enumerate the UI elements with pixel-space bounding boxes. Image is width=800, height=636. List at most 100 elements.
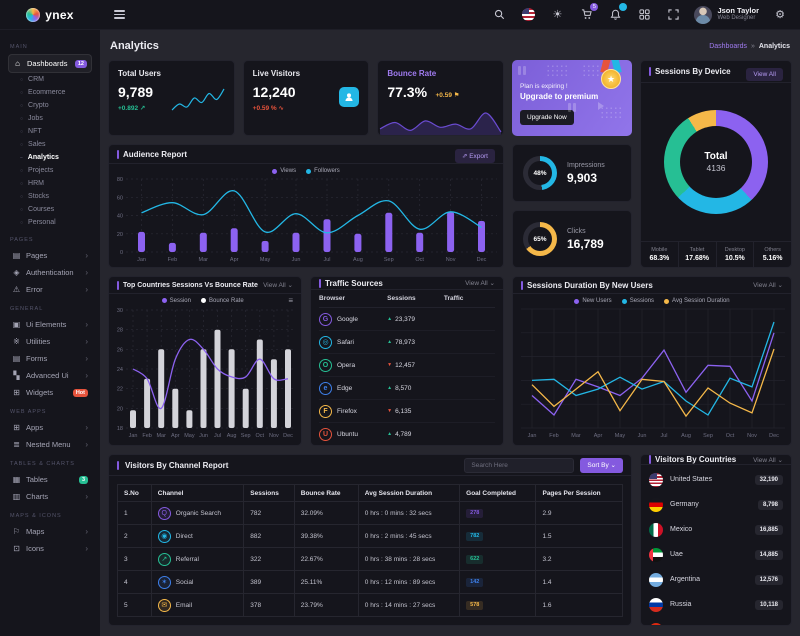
sidebar-item-hrm[interactable]: ○HRM xyxy=(8,177,92,190)
sidebar-item-pages[interactable]: ▤Pages› xyxy=(8,247,92,264)
sidebar-item-stocks[interactable]: ○Stocks xyxy=(8,190,92,203)
top-countries-chart: 18202224262830JanFebMarAprMayJunJulAugSe… xyxy=(109,305,301,445)
sidebar-item-ecommerce[interactable]: ○Ecommerce xyxy=(8,86,92,99)
sidebar-item-courses[interactable]: ○Courses xyxy=(8,203,92,216)
sort-by-button[interactable]: Sort By ⌄ xyxy=(580,458,623,473)
user-menu[interactable]: Json Taylor Web Designer xyxy=(694,6,759,24)
traffic-row-opera: OOpera▼ 12,457 xyxy=(319,354,495,377)
breadcrumb-parent[interactable]: Dashboards xyxy=(709,43,747,50)
sidebar-item-widgets[interactable]: ⊞WidgetsHot xyxy=(8,384,92,401)
svg-text:Jul: Jul xyxy=(660,433,667,439)
sidebar-item-advanced-ui[interactable]: ▚Advanced Ui› xyxy=(8,367,92,384)
form-icon: ▤ xyxy=(12,354,21,363)
sidebar-item-personal[interactable]: ○Personal xyxy=(8,216,92,229)
countries-view-all[interactable]: View All ⌄ xyxy=(753,456,783,464)
svg-text:18: 18 xyxy=(117,426,123,432)
donut-total-label: Total xyxy=(704,151,727,162)
logo-text: ynex xyxy=(45,8,74,22)
sidebar-item-charts[interactable]: ▥Charts› xyxy=(8,488,92,505)
sidebar-item-icons[interactable]: ⊡Icons› xyxy=(8,540,92,557)
country-row-mexico: Mexico16,885 xyxy=(649,517,783,542)
fullscreen-icon[interactable] xyxy=(665,7,681,23)
svg-text:26: 26 xyxy=(117,347,123,353)
duration-view-all[interactable]: View All ⌄ xyxy=(753,281,783,289)
organic-search-icon: Q xyxy=(158,507,171,520)
countries-list: United States32,190Germany8,798Mexico16,… xyxy=(641,465,791,626)
sidebar-item-sales[interactable]: ○Sales xyxy=(8,138,92,151)
sidebar-item-tables[interactable]: ▦Tables3 xyxy=(8,471,92,488)
channel-row-referral: 3↗Referral32222.67%0 hrs : 38 mins : 28 … xyxy=(118,548,623,571)
settings-gear-icon[interactable]: ⚙ xyxy=(772,7,788,23)
sidebar-item-error[interactable]: ⚠Error› xyxy=(8,281,92,298)
edge-icon: e xyxy=(319,382,332,395)
app-header: ynex ☀ 5 Json Taylor Web Designer xyxy=(0,0,800,30)
goal-badge: 622 xyxy=(466,555,483,564)
channel-row-email: 5✉Email37823.79%0 hrs : 14 mins : 27 sec… xyxy=(118,594,623,617)
direct-icon: ◉ xyxy=(158,530,171,543)
nav-section-label: TABLES & CHARTS xyxy=(10,461,90,467)
language-flag-icon[interactable] xyxy=(520,7,536,23)
chevron-right-icon: › xyxy=(85,337,88,346)
chevron-right-icon: › xyxy=(85,320,88,329)
country-value-badge: 32,190 xyxy=(755,475,783,485)
sidebar-item-forms[interactable]: ▤Forms› xyxy=(8,350,92,367)
file-icon: ▤ xyxy=(12,251,21,260)
sidebar-item-jobs[interactable]: ○Jobs xyxy=(8,112,92,125)
nav-section-label: MAIN xyxy=(10,44,90,50)
visitors-user-icon[interactable] xyxy=(339,87,359,107)
sidebar-item-analytics[interactable]: –Analytics xyxy=(8,151,92,164)
device-view-all-button[interactable]: View All xyxy=(746,68,783,81)
svg-text:Aug: Aug xyxy=(353,257,363,263)
sidebar-item-crm[interactable]: ○CRM xyxy=(8,73,92,86)
theme-toggle-icon[interactable]: ☀ xyxy=(549,7,565,23)
svg-text:May: May xyxy=(260,257,271,263)
sidebar-toggle-icon[interactable] xyxy=(114,8,125,21)
channel-col-header: Avg Session Duration xyxy=(358,485,459,502)
card-title: Top Countries Sessions Vs Bounce Rate xyxy=(123,282,258,289)
goal-badge: 578 xyxy=(466,601,483,610)
upgrade-plan-card: ★ Plan is expiring ! Upgrade to premium … xyxy=(512,60,632,136)
apps-grid-icon[interactable] xyxy=(636,7,652,23)
traffic-view-all[interactable]: View All ⌄ xyxy=(465,279,495,287)
sidebar-item-dashboards[interactable]: ⌂Dashboards12 xyxy=(8,54,92,73)
gauge-value: 16,789 xyxy=(567,237,604,251)
svg-text:20: 20 xyxy=(117,406,123,412)
svg-text:Mar: Mar xyxy=(571,433,581,439)
app-logo[interactable]: ynex xyxy=(0,8,100,22)
card-title: Sessions By Device xyxy=(655,67,731,76)
search-icon[interactable] xyxy=(491,7,507,23)
channel-row-organic-search: 1QOrganic Search78232.09%0 hrs : 0 mins … xyxy=(118,502,623,525)
channel-col-header: S.No xyxy=(118,485,152,502)
notifications-bell-icon[interactable] xyxy=(607,7,623,23)
sidebar-item-projects[interactable]: ○Projects xyxy=(8,164,92,177)
ubuntu-icon: U xyxy=(319,428,332,441)
warning-icon: ⚠ xyxy=(12,285,21,294)
device-legend: Mobile68.3%Tablet17.68%Desktop10.5%Other… xyxy=(641,241,791,267)
upgrade-now-button[interactable]: Upgrade Now xyxy=(520,110,574,125)
channel-search-input[interactable] xyxy=(464,458,574,473)
sidebar-item-apps[interactable]: ⊞Apps› xyxy=(8,419,92,436)
impressions-card: 48% Impressions 9,903 xyxy=(512,144,632,202)
sidebar-item-maps[interactable]: ⚐Maps› xyxy=(8,523,92,540)
sidebar-item-crypto[interactable]: ○Crypto xyxy=(8,99,92,112)
us-flag-icon xyxy=(649,473,663,487)
card-title: Visitors By Countries xyxy=(655,455,736,464)
sidebar-item-nft[interactable]: ○NFT xyxy=(8,125,92,138)
legend-item: Session xyxy=(162,298,191,304)
chart-menu-icon[interactable]: ≡ xyxy=(288,296,293,305)
sidebar-item-authentication[interactable]: ◈Authentication› xyxy=(8,264,92,281)
sidebar-item-utilities[interactable]: ※Utilities› xyxy=(8,333,92,350)
svg-text:28: 28 xyxy=(117,328,123,334)
firefox-icon: F xyxy=(319,405,332,418)
cart-icon[interactable]: 5 xyxy=(578,7,594,23)
sidebar-item-ui-elements[interactable]: ▣Ui Elements› xyxy=(8,316,92,333)
sidebar-item-nested-menu[interactable]: ≣Nested Menu› xyxy=(8,436,92,453)
svg-text:Jul: Jul xyxy=(323,257,330,263)
svg-text:22: 22 xyxy=(117,387,123,393)
sessions-duration-card: Sessions Duration By New Users View All … xyxy=(512,276,792,446)
goal-badge: 278 xyxy=(466,509,483,518)
user-name: Json Taylor xyxy=(717,7,759,15)
export-button[interactable]: ⇗ Export xyxy=(455,149,495,163)
top-countries-view-all[interactable]: View All ⌄ xyxy=(263,281,293,289)
total-users-card: Total Users 9,789 +0.892 ↗ xyxy=(108,60,235,136)
